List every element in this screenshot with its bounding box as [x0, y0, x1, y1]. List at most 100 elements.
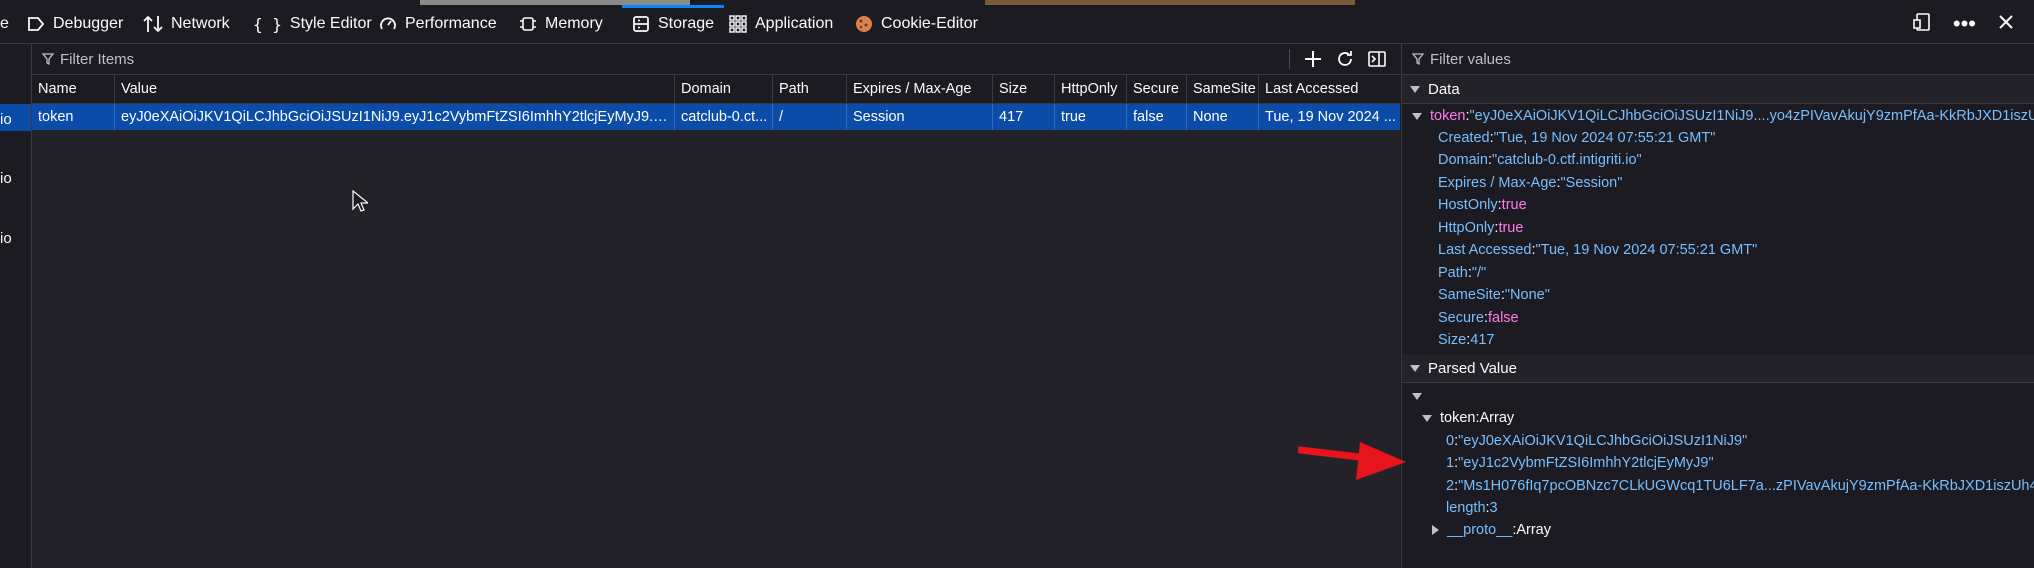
tree-item[interactable]: io	[0, 170, 12, 187]
cookie-field-row[interactable]: Domain:"catclub-0.ctf.intigriti.io"	[1438, 152, 1642, 168]
cell-name[interactable]: token	[32, 104, 114, 130]
parsed-root[interactable]	[1412, 388, 1430, 404]
field-key: Last Accessed	[1438, 242, 1532, 258]
field-value: "Tue, 19 Nov 2024 07:55:21 GMT"	[1535, 242, 1758, 258]
array-length[interactable]: length:3	[1446, 500, 1498, 516]
column-header-size[interactable]: Size	[992, 75, 1054, 103]
filter-icon	[42, 53, 54, 65]
column-header-samesite[interactable]: SameSite	[1186, 75, 1258, 103]
array-item[interactable]: 0:"eyJ0eXAiOiJKV1QiLCJhbGciOiJSUzI1NiJ9"	[1446, 433, 1747, 449]
tab-label: Memory	[545, 15, 603, 32]
cell-secure[interactable]: false	[1126, 104, 1186, 130]
tab-performance[interactable]: Performance	[379, 5, 497, 43]
cookie-field-row[interactable]: SameSite:"None"	[1438, 287, 1550, 303]
toggle-sidebar-icon[interactable]	[1368, 51, 1386, 67]
column-header-path[interactable]: Path	[772, 75, 846, 103]
section-title: Parsed Value	[1428, 359, 1517, 377]
field-key: Domain	[1438, 152, 1488, 168]
cookie-icon	[855, 15, 873, 33]
field-key: Expires / Max-Age	[1438, 175, 1557, 191]
chevron-down-icon	[1410, 364, 1420, 372]
tab-memory[interactable]: Memory	[519, 5, 603, 43]
entry-type: Array	[1516, 522, 1551, 538]
cell-last-accessed[interactable]: Tue, 19 Nov 2024 ...	[1258, 104, 1400, 130]
field-value: true	[1498, 220, 1524, 236]
cell-domain[interactable]: catclub-0.ct...	[674, 104, 772, 130]
entry-value: 3	[1489, 500, 1498, 516]
performance-icon	[379, 15, 397, 33]
parsed-value-section-header[interactable]: Parsed Value	[1402, 354, 2034, 383]
tab-label: e	[0, 15, 9, 32]
cookie-field-row[interactable]: Last Accessed:"Tue, 19 Nov 2024 07:55:21…	[1438, 242, 1757, 258]
storage-icon	[632, 15, 650, 33]
chevron-down-icon	[1412, 112, 1422, 120]
cell-samesite[interactable]: None	[1186, 104, 1258, 130]
cell-expires[interactable]: Session	[846, 104, 992, 130]
table-row[interactable]: token eyJ0eXAiOiJKV1QiLCJhbGciOiJSUzI1Ni…	[32, 104, 1400, 130]
chevron-down-icon	[1410, 85, 1420, 93]
dock-toggle-icon[interactable]	[1913, 13, 1931, 35]
parsed-token-entry[interactable]: token:Array	[1422, 410, 1514, 426]
cookie-field-row[interactable]: Path:"/"	[1438, 265, 1486, 281]
column-header-domain[interactable]: Domain	[674, 75, 772, 103]
filter-icon	[1412, 53, 1424, 65]
add-item-icon[interactable]	[1304, 50, 1322, 68]
column-header-last-accessed[interactable]: Last Accessed	[1258, 75, 1400, 103]
proto-entry[interactable]: __proto__:Array	[1432, 522, 1551, 538]
application-icon	[729, 15, 747, 33]
column-header-value[interactable]: Value	[114, 75, 674, 103]
tab-debugger[interactable]: Debugger	[27, 5, 123, 43]
cell-size[interactable]: 417	[992, 104, 1054, 130]
tab-cookie-editor[interactable]: Cookie-Editor	[855, 5, 978, 43]
cell-path[interactable]: /	[772, 104, 846, 130]
cookie-field-row[interactable]: HttpOnly:true	[1438, 220, 1523, 236]
field-value: true	[1501, 197, 1527, 213]
data-section-header[interactable]: Data	[1402, 75, 2034, 104]
tab-partial[interactable]: e	[0, 5, 9, 43]
tab-label: Cookie-Editor	[881, 15, 978, 32]
item-index: 1	[1446, 455, 1455, 471]
column-header-expires[interactable]: Expires / Max-Age	[846, 75, 992, 103]
cookie-field-row[interactable]: Expires / Max-Age:"Session"	[1438, 175, 1622, 191]
array-item[interactable]: 2:"Ms1H076fIq7pcOBNzc7CLkUGWcq1TU6LF7a..…	[1446, 478, 2034, 494]
cookie-field-row[interactable]: Size:417	[1438, 332, 1494, 348]
tree-item-selected[interactable]: io	[0, 111, 12, 128]
filter-items-field[interactable]: Filter Items	[42, 51, 134, 68]
tab-network[interactable]: Network	[143, 5, 230, 43]
tree-item[interactable]: io	[0, 230, 12, 247]
filter-placeholder: Filter values	[1430, 50, 1511, 68]
array-item[interactable]: 1:"eyJ1c2VybmFtZSI6ImhhY2tlcjEyMyJ9"	[1446, 455, 1714, 471]
table-tools	[1289, 44, 1400, 74]
filter-values-field[interactable]: Filter values	[1412, 51, 1511, 68]
item-value: "eyJ1c2VybmFtZSI6ImhhY2tlcjEyMyJ9"	[1458, 455, 1714, 471]
entry-key: token	[1430, 108, 1466, 124]
tab-label: Application	[755, 15, 834, 32]
column-header-httponly[interactable]: HttpOnly	[1054, 75, 1126, 103]
field-key: SameSite	[1438, 287, 1501, 303]
refresh-icon[interactable]	[1336, 50, 1354, 68]
chevron-down-icon	[1412, 392, 1422, 400]
tab-application[interactable]: Application	[729, 5, 833, 43]
token-entry[interactable]: token:"eyJ0eXAiOiJKV1QiLCJhbGciOiJSUzI1N…	[1412, 108, 2034, 124]
tab-label: Performance	[405, 15, 497, 32]
close-icon[interactable]	[1998, 14, 2014, 34]
entry-key: token	[1440, 410, 1476, 426]
red-arrow-annotation	[1298, 442, 1406, 480]
tab-selected-indicator	[622, 5, 725, 8]
more-options-icon[interactable]: •••	[1953, 13, 1976, 35]
cookie-field-row[interactable]: Created:"Tue, 19 Nov 2024 07:55:21 GMT"	[1438, 130, 1715, 146]
field-key: Created	[1438, 130, 1490, 146]
column-header-secure[interactable]: Secure	[1126, 75, 1186, 103]
cookie-field-row[interactable]: Secure:false	[1438, 310, 1519, 326]
cookie-field-row[interactable]: HostOnly:true	[1438, 197, 1527, 213]
chevron-right-icon	[1432, 525, 1439, 536]
field-value: 417	[1470, 332, 1495, 348]
cell-value[interactable]: eyJ0eXAiOiJKV1QiLCJhbGciOiJSUzI1NiJ9.eyJ…	[114, 104, 674, 130]
field-value: "catclub-0.ctf.intigriti.io"	[1492, 152, 1642, 168]
column-header-name[interactable]: Name	[32, 75, 114, 103]
tab-storage[interactable]: Storage	[622, 5, 725, 43]
cell-httponly[interactable]: true	[1054, 104, 1126, 130]
tab-label: Style Editor	[289, 15, 372, 32]
tab-style-editor[interactable]: { } Style Editor	[253, 5, 372, 43]
tools-divider	[1289, 49, 1290, 69]
